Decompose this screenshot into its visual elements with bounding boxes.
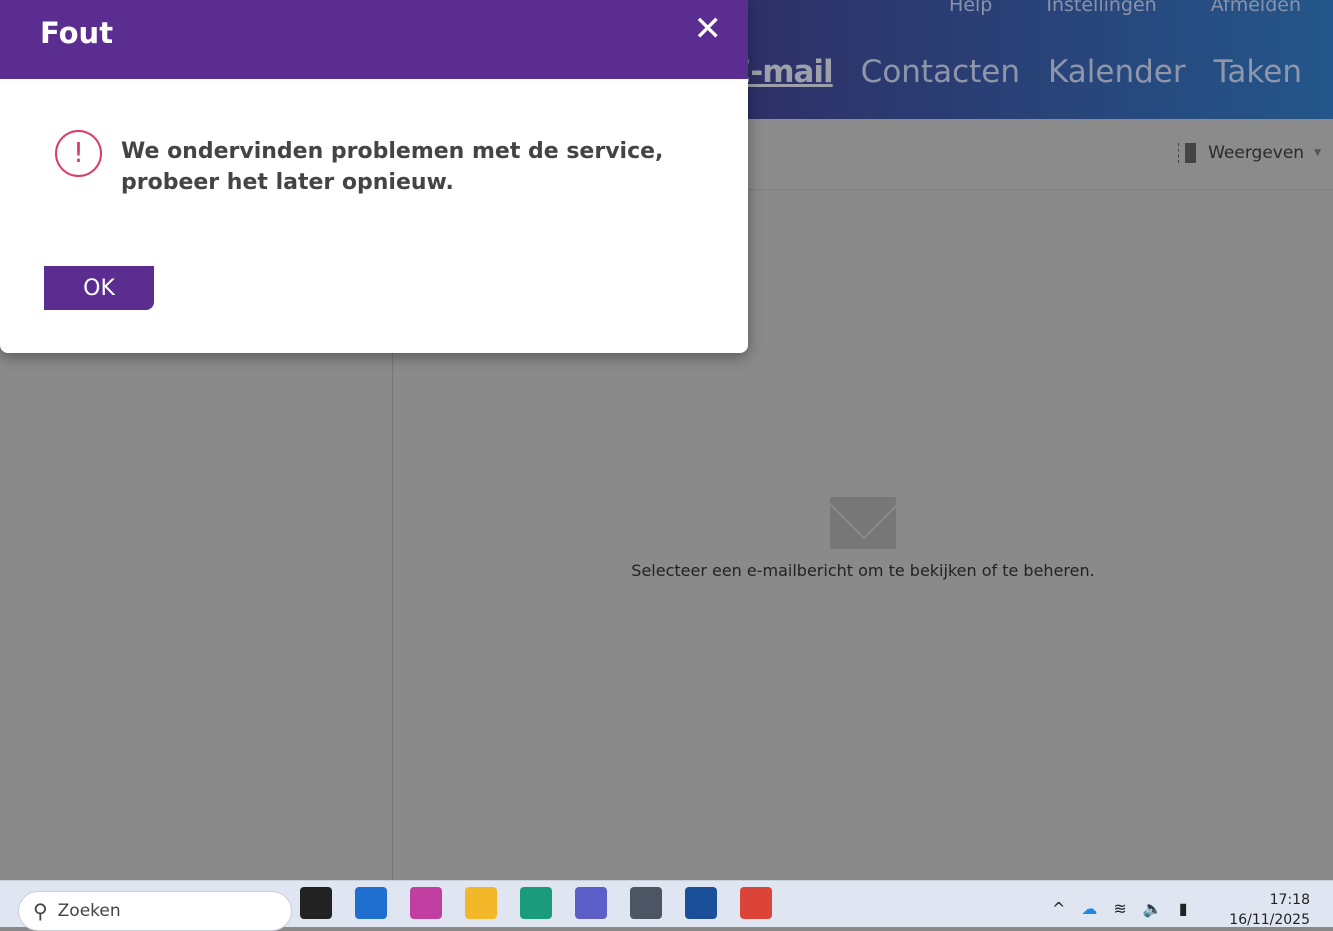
teams-icon[interactable]: [575, 887, 607, 919]
chevron-down-icon: ▼: [1314, 148, 1321, 158]
error-icon: !: [55, 130, 102, 177]
envelope-icon: [830, 497, 896, 549]
date: 16/11/2025: [1229, 912, 1310, 928]
file-explorer-icon[interactable]: [465, 887, 497, 919]
time: 17:18: [1269, 892, 1310, 908]
taskbar-search[interactable]: ⚲ Zoeken: [18, 891, 292, 931]
search-placeholder: Zoeken: [57, 901, 121, 921]
empty-message: Selecteer een e-mailbericht om te bekijk…: [631, 561, 1095, 580]
chrome-icon[interactable]: [740, 887, 772, 919]
help-link[interactable]: Help: [949, 0, 992, 16]
r-app-icon[interactable]: [410, 887, 442, 919]
view-label: Weergeven: [1208, 143, 1305, 163]
volume-icon[interactable]: 🔈: [1143, 899, 1163, 918]
close-icon[interactable]: ✕: [694, 12, 723, 46]
onedrive-icon[interactable]: ☁: [1081, 899, 1097, 918]
ok-button[interactable]: OK: [44, 266, 154, 310]
task-view-icon[interactable]: [300, 887, 332, 919]
search-icon: ⚲: [33, 899, 48, 923]
chevron-up-icon[interactable]: ^: [1052, 899, 1065, 918]
layout-icon: [1178, 143, 1198, 163]
reading-pane-empty: Selecteer een e-mailbericht om te bekijk…: [628, 497, 1098, 580]
nav-tasks[interactable]: Taken: [1214, 54, 1302, 90]
logout-link[interactable]: Afmelden: [1211, 0, 1301, 16]
clock[interactable]: 17:18 16/11/2025: [1229, 890, 1310, 930]
store-icon[interactable]: [685, 887, 717, 919]
wifi-icon[interactable]: ≋: [1113, 899, 1126, 918]
outlook-icon[interactable]: [355, 887, 387, 919]
view-dropdown[interactable]: Weergeven ▼: [1178, 143, 1321, 163]
settings-link[interactable]: Instellingen: [1046, 0, 1156, 16]
nav-contacts[interactable]: Contacten: [861, 54, 1020, 90]
message-line: probeer het later opnieuw.: [121, 170, 454, 195]
edge-icon[interactable]: [520, 887, 552, 919]
dialog-title: Fout: [40, 16, 114, 50]
nav-calendar[interactable]: Kalender: [1048, 54, 1186, 90]
error-dialog: Fout ✕ ! We ondervinden problemen met de…: [0, 0, 748, 353]
dialog-message: We ondervinden problemen met de service,…: [121, 136, 663, 198]
battery-icon[interactable]: ▮: [1179, 899, 1188, 918]
calculator-icon[interactable]: [630, 887, 662, 919]
message-line: We ondervinden problemen met de service,: [121, 139, 664, 164]
taskbar: ⚲ Zoeken ^ ☁ ≋ 🔈 ▮ 17:18 16/11/2025: [0, 880, 1333, 931]
